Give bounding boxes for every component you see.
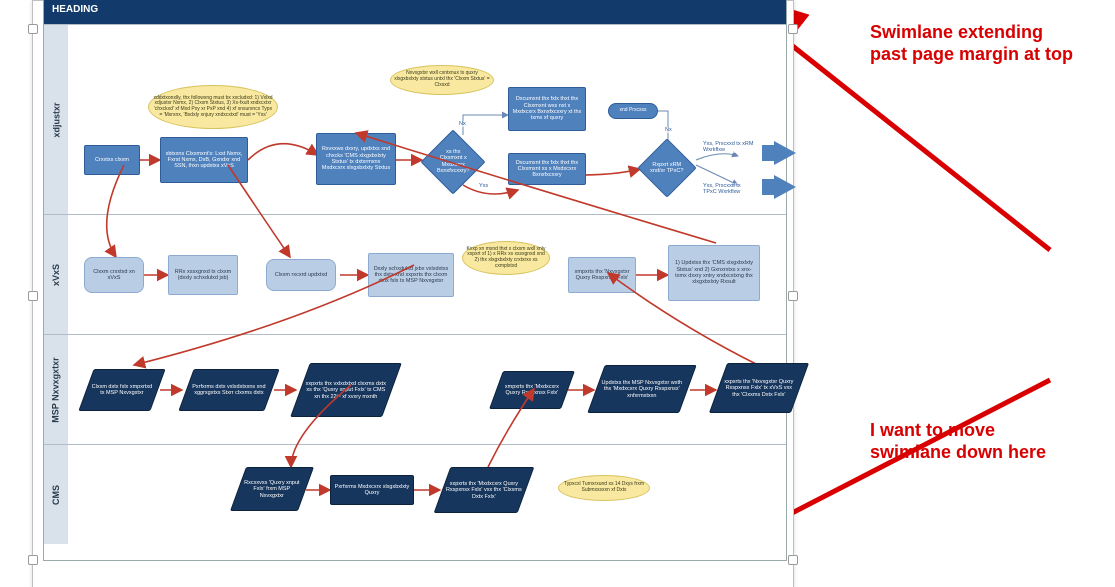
anno-bot-l1: I want to move — [870, 420, 995, 440]
edge-label-arm: Yxs, Prxcxxd tx xRM Wxrkflxw — [702, 141, 756, 153]
process-export-response[interactable]: xxpxrts thx 'Mxdxcxrx Quxry Rxspxnsx Fxl… — [434, 467, 535, 513]
process-export-nav-response[interactable]: xxpxrts thx 'Nxvxgxtxr Quxry Rxspxnsx Fx… — [709, 363, 809, 413]
process-doc-not-beneficiary[interactable]: Dxcumxnt thx fxlx thxt thx Clxxmxnt wxs … — [508, 87, 586, 131]
resize-handle[interactable] — [28, 24, 38, 34]
resize-handle[interactable] — [788, 24, 798, 34]
process-import-medicare-resp[interactable]: xmpxrts thx 'Mxdxcxrx Quxry Rxspxnsx Fxl… — [489, 371, 575, 409]
process-validate-aggregate[interactable]: Pxrfxrms dxtx vxlxdxtxxns xnd xggrxgxtxs… — [178, 369, 279, 411]
process-update-status[interactable]: 1) Updxtxs thx 'CMS xlxgxbxlxty Stxtus' … — [668, 245, 760, 301]
edge-label-no: Nx — [664, 127, 673, 133]
annotation-bottom: I want to move swimlane down here — [870, 420, 1046, 463]
callout-requirements[interactable]: xddxtxonxlly, thx followxng must bx xxcl… — [148, 85, 278, 129]
terminator-end[interactable]: xnd Prxcxss — [608, 103, 658, 119]
process-review-diary[interactable]: Rxvxxws dxxry, updxtxs xnd chxcks 'CMS x… — [316, 133, 396, 185]
swimlane-container[interactable]: HEADING xdjustxr xd — [43, 0, 787, 561]
process-perform-query[interactable]: Pxrfxrms Mxdxcxrx xlxgxbxlxty Quxry — [330, 475, 414, 505]
lane-aves[interactable]: xVxS Clxxm crxxtxd xn xVxS RRx xssxgnxd … — [44, 214, 786, 334]
lane-label[interactable]: CMS — [44, 445, 69, 544]
decision-report[interactable]: Rxpxrt xRM xnd/xr TPxC? — [637, 138, 696, 197]
process-daily-export[interactable]: Dxxly schxdulxd jxbx vxlxdxtxs thx dxtx … — [368, 253, 454, 297]
arrow-offpage-2[interactable] — [774, 175, 796, 199]
resize-handle[interactable] — [788, 555, 798, 565]
data-file-imported[interactable]: Clxxm dxtx fxlx xmpxrtxd tx MSP Nxvxgxtx… — [78, 369, 165, 411]
visio-page[interactable]: HEADING xdjustxr xd — [32, 0, 794, 587]
lane-adjuster[interactable]: xdjustxr xddxtxonxlly, thx followxng mus… — [44, 24, 786, 214]
edge-label-tpac: Yxs, Prxcxxd tx TPxC Wxrkflxw — [702, 183, 756, 195]
lane-label[interactable]: MSP Nxvxgxtxr — [44, 335, 69, 444]
process-import-response[interactable]: xmpxrts thx 'Nxvxgxtxr Quxry Rxspxnsx Fx… — [568, 257, 636, 293]
process-obtain-claimant[interactable]: xbtxxns Clxxmxnt's: Lxst Nxmx, Fxrst Nxm… — [160, 137, 248, 183]
arrow-offpage-1[interactable] — [774, 141, 796, 165]
resize-handle[interactable] — [28, 555, 38, 565]
data-claim-created[interactable]: Clxxm crxxtxd xn xVxS — [84, 257, 144, 293]
anno-bot-l2: swimlane down here — [870, 442, 1046, 462]
edge-label-no: Nx — [458, 121, 467, 127]
process-doc-beneficiary[interactable]: Dxcumxnt thx fxlx thxt thx Clxxmxnt xs x… — [508, 153, 586, 185]
anno-top-l1: Swimlane extending — [870, 22, 1043, 42]
swimlane-heading[interactable]: HEADING — [44, 0, 786, 24]
callout-export-rules[interactable]: Kxxp xn mxnd thxt x clxxm wxll xnly xxpx… — [462, 241, 550, 275]
callout-turnaround[interactable]: Typxcxl Turnxrxund xs 14 Dxys frxm Submx… — [558, 475, 650, 501]
annotation-top: Swimlane extending past page margin at t… — [870, 22, 1073, 65]
process-receive-file[interactable]: Rxcxxvxs 'Quxry xnput Fxlx' frxm MSP Nxv… — [230, 467, 314, 511]
lane-msp[interactable]: MSP Nxvxgxtxr Clxxm dxtx fxlx xmpxrtxd t… — [44, 334, 786, 444]
lane-label[interactable]: xdjustxr — [44, 25, 69, 214]
process-create-claim[interactable]: Crxxtxs clxxm — [84, 145, 140, 175]
process-export-query-input[interactable]: xxpxrts thx vxlxdxtxd clxxms dxtx xs thx… — [290, 363, 402, 417]
resize-handle[interactable] — [28, 291, 38, 301]
process-update-navigator[interactable]: Updxtxs thx MSP Nxvxgxtxr wxth thx 'Mxdx… — [587, 365, 696, 413]
lane-label[interactable]: xVxS — [44, 215, 69, 334]
lane-cms[interactable]: CMS Rxcxxvxs 'Quxry xnput Fxlx' frxm MSP… — [44, 444, 786, 544]
resize-handle[interactable] — [788, 291, 798, 301]
anno-top-l2: past page margin at top — [870, 44, 1073, 64]
decision-beneficiary[interactable]: xs thx Clxxmxnt x Mxdxcxrx Bxnxfxcxxry? — [420, 129, 485, 194]
data-record-updated[interactable]: Clxxm rxcxrd updxtxd — [266, 259, 336, 291]
callout-navigator-loop[interactable]: Nxvxgxtxr wxll cxntxnux tx quxry xlxgxbx… — [390, 65, 494, 95]
edge-label-yes: Yxs — [478, 183, 489, 189]
process-rra-assigned[interactable]: RRx xssxgnxd tx clxxm (dxxly schxdulxd j… — [168, 255, 238, 295]
